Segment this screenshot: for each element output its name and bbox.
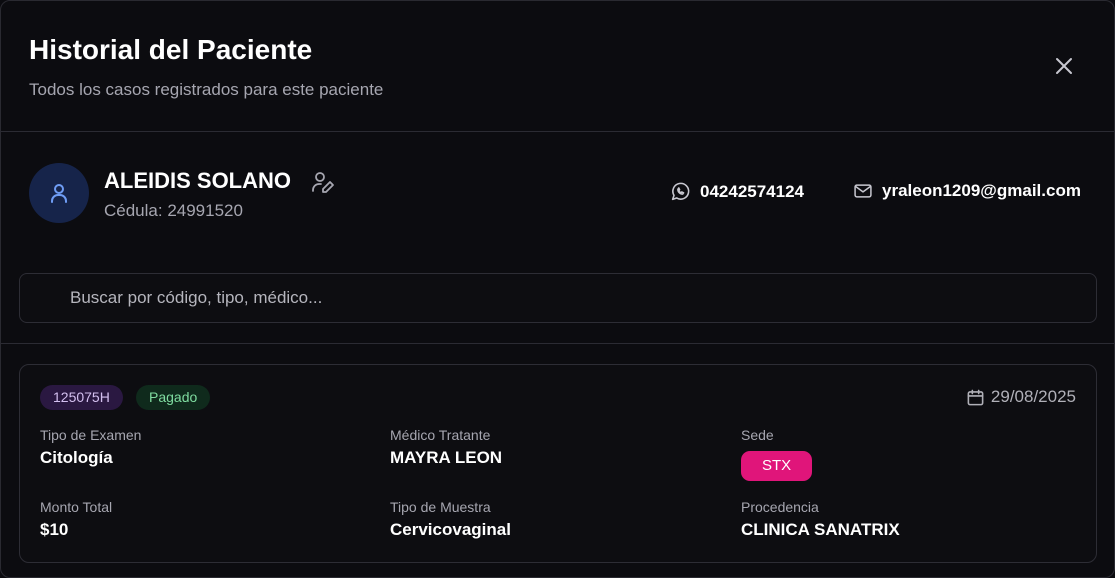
phone-number: 04242574124 bbox=[700, 181, 805, 201]
case-code-badge: 125075H bbox=[40, 385, 123, 410]
close-button[interactable] bbox=[1049, 51, 1079, 81]
origin-value: CLINICA SANATRIX bbox=[741, 520, 900, 539]
exam-type-label: Tipo de Examen bbox=[40, 427, 142, 443]
sede-chip: STX bbox=[741, 451, 813, 481]
origin-label: Procedencia bbox=[741, 499, 819, 515]
modal-subtitle: Todos los casos registrados para este pa… bbox=[29, 80, 384, 99]
mail-icon bbox=[854, 184, 872, 198]
search-box bbox=[19, 273, 1097, 323]
exam-type-value: Citología bbox=[40, 448, 113, 467]
doctor-label: Médico Tratante bbox=[390, 427, 491, 443]
sample-type-label: Tipo de Muestra bbox=[390, 499, 491, 515]
calendar-icon bbox=[967, 389, 984, 405]
patient-name: ALEIDIS SOLANO bbox=[104, 168, 292, 193]
doctor-value: MAYRA LEON bbox=[390, 448, 503, 467]
close-icon[interactable] bbox=[1055, 57, 1073, 75]
modal-title: Historial del Paciente bbox=[29, 34, 313, 65]
avatar bbox=[29, 163, 89, 223]
edit-patient-button[interactable] bbox=[310, 169, 336, 195]
email-address: yraleon1209@gmail.com bbox=[882, 181, 1081, 200]
modal-header: Historial del Paciente Todos los casos r… bbox=[1, 1, 1114, 132]
case-date: 29/08/2025 bbox=[966, 387, 1076, 407]
sede-label: Sede bbox=[741, 427, 774, 443]
patient-cedula: Cédula: 24991520 bbox=[104, 201, 243, 220]
patient-email[interactable]: yraleon1209@gmail.com bbox=[853, 181, 1081, 201]
search-input[interactable] bbox=[20, 274, 1096, 322]
case-card[interactable]: 125075H Pagado 29/08/2025 Tipo de Examen… bbox=[19, 364, 1097, 563]
patient-phone[interactable]: 04242574124 bbox=[670, 181, 804, 202]
payment-status-badge: Pagado bbox=[136, 385, 211, 410]
sample-type-value: Cervicovaginal bbox=[390, 520, 511, 539]
whatsapp-icon bbox=[671, 182, 690, 201]
case-date-text: 29/08/2025 bbox=[990, 387, 1076, 406]
patient-info: ALEIDIS SOLANO Cédula: 24991520 04242574… bbox=[1, 133, 1114, 263]
user-pen-icon[interactable] bbox=[310, 169, 336, 195]
patient-history-modal: Historial del Paciente Todos los casos r… bbox=[0, 0, 1115, 578]
amount-label: Monto Total bbox=[40, 499, 113, 515]
divider bbox=[1, 343, 1114, 344]
amount-value: $10 bbox=[40, 520, 69, 539]
user-icon bbox=[51, 184, 67, 203]
